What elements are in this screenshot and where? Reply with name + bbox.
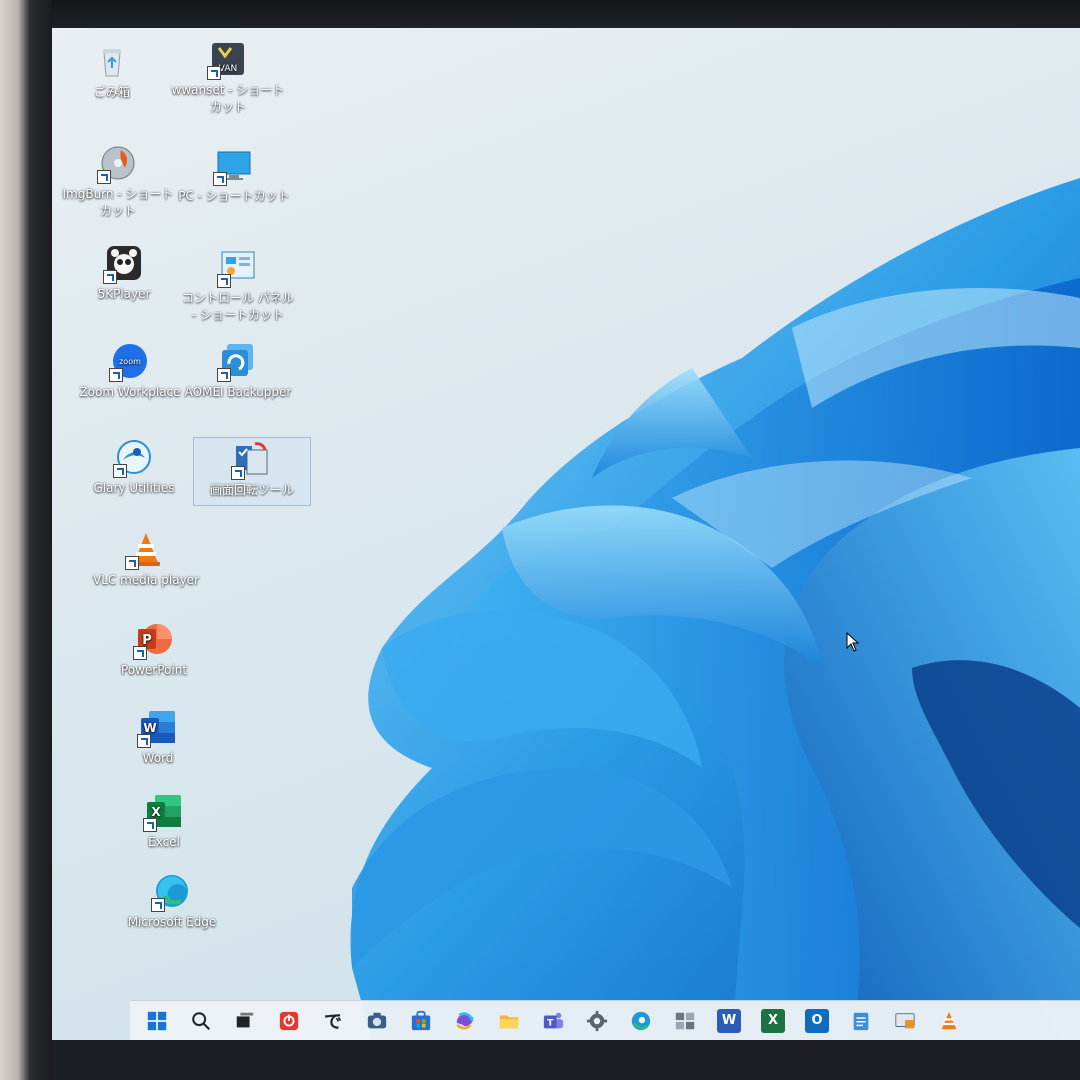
desktop-icon-recycle-bin[interactable]: ごみ箱 — [54, 42, 170, 101]
desktop-icon-label: Microsoft Edge — [127, 915, 217, 929]
desktop-icon-zoom[interactable]: zoom Zoom Workplace — [72, 342, 188, 401]
excel-icon: X — [143, 792, 183, 832]
zoom-icon: zoom — [109, 342, 149, 382]
taskbar-copilot-icon[interactable] — [452, 1008, 478, 1034]
glary-utilities-icon — [113, 438, 153, 478]
taskbar: で T WXO — [130, 1000, 1080, 1040]
desktop-icon-label: 画面回転ツール — [209, 483, 294, 497]
taskbar-windows-start-icon[interactable] — [144, 1008, 170, 1034]
desktop-icon-label: ごみ箱 — [93, 85, 130, 99]
notepad-icon — [850, 1010, 872, 1032]
svg-text:T: T — [547, 1017, 554, 1028]
microsoft-store-icon — [410, 1010, 432, 1032]
desktop-icon-powerpoint[interactable]: P PowerPoint — [96, 620, 212, 679]
taskbar-notepad-icon[interactable] — [848, 1008, 874, 1034]
desktop-icon-wwanset[interactable]: VAN wwanset - ショートカット — [170, 40, 286, 116]
desktop-icon-aomei-backupper[interactable]: AOMEI Backupper — [180, 342, 296, 401]
desktop-icon-label: wwanset - ショートカット — [171, 83, 285, 114]
vlc-icon — [938, 1010, 960, 1032]
recycle-bin-icon — [93, 42, 131, 80]
pc-monitor-icon — [213, 146, 253, 186]
imgburn-icon — [97, 144, 137, 184]
taskbar-photos-gallery-icon[interactable] — [672, 1008, 698, 1034]
windows-start-icon — [146, 1010, 168, 1032]
word-icon: W — [717, 1008, 741, 1033]
power-app-icon — [278, 1010, 300, 1032]
desktop-icon-label: コントロール パネル - ショートカット — [182, 291, 294, 322]
desktop-icon-label: PowerPoint — [120, 663, 188, 677]
desktop-icon-label: 5KPlayer — [97, 287, 151, 301]
desktop-icon-pc[interactable]: PC - ショートカット — [176, 146, 292, 205]
5kplayer-icon — [103, 244, 143, 284]
desktop-icon-label: Zoom Workplace — [79, 385, 181, 399]
desktop-icon-label: Word — [142, 751, 174, 765]
desktop-icon-label: Excel — [148, 835, 180, 849]
desktop-icon-word[interactable]: W Word — [100, 708, 216, 767]
control-panel-icon — [217, 248, 257, 288]
excel-icon: X — [761, 1008, 785, 1033]
taskbar-remote-desktop-icon[interactable] — [892, 1008, 918, 1034]
outlook-icon: O — [805, 1008, 829, 1033]
desktop-screen[interactable]: ごみ箱 VAN wwanset - ショートカット ImgBurn - ショート… — [52, 28, 1080, 1040]
desktop-icon-label: ImgBurn - ショートカット — [62, 187, 174, 218]
desktop-icon-excel[interactable]: X Excel — [106, 792, 222, 851]
desktop-icon-imgburn[interactable]: ImgBurn - ショートカット — [60, 144, 176, 220]
svg-text:VAN: VAN — [219, 64, 237, 74]
teams-icon: T — [542, 1010, 564, 1032]
taskbar-search-icon[interactable] — [188, 1008, 214, 1034]
search-icon — [190, 1010, 212, 1032]
file-explorer-icon — [498, 1010, 520, 1032]
de-app-icon: で — [324, 1011, 342, 1033]
desktop-icon-microsoft-edge[interactable]: Microsoft Edge — [114, 872, 230, 931]
settings-gear-icon — [586, 1010, 608, 1032]
remote-desktop-icon — [894, 1010, 916, 1032]
desktop-icon-screen-rotation-tool[interactable]: 画面回転ツール — [193, 437, 311, 506]
svg-text:X: X — [151, 805, 161, 819]
aomei-backupper-icon — [217, 342, 257, 382]
desktop-icon-vlc[interactable]: VLC media player — [88, 530, 204, 589]
desktop-icon-glary-utilities[interactable]: Glary Utilities — [76, 438, 192, 497]
wwanset-icon: VAN — [207, 40, 247, 80]
desktop-icon-label: AOMEI Backupper — [184, 385, 292, 399]
taskbar-power-app-icon[interactable] — [276, 1008, 302, 1034]
taskbar-settings-gear-icon[interactable] — [584, 1008, 610, 1034]
desktop-icon-control-panel[interactable]: コントロール パネル - ショートカット — [180, 248, 296, 324]
taskbar-de-app-icon[interactable]: で — [320, 1008, 346, 1034]
taskbar-excel-icon[interactable]: X — [760, 1008, 786, 1034]
photos-gallery-icon — [674, 1010, 696, 1032]
taskbar-task-view-icon[interactable] — [232, 1008, 258, 1034]
edge-icon — [630, 1010, 652, 1032]
task-view-icon — [234, 1010, 256, 1032]
mouse-cursor-icon — [846, 632, 860, 652]
copilot-icon — [454, 1010, 476, 1032]
screen-rotation-tool-icon — [231, 440, 271, 480]
monitor-bezel-top — [0, 0, 1080, 30]
desktop-icon-label: VLC media player — [92, 573, 199, 587]
edge-icon — [151, 872, 191, 912]
taskbar-camera-icon[interactable] — [364, 1008, 390, 1034]
monitor-bezel-left — [0, 0, 52, 1080]
vlc-icon — [125, 530, 165, 570]
taskbar-microsoft-store-icon[interactable] — [408, 1008, 434, 1034]
desktop-icon-5kplayer[interactable]: 5KPlayer — [66, 244, 182, 303]
taskbar-edge-icon[interactable] — [628, 1008, 654, 1034]
svg-text:zoom: zoom — [119, 357, 141, 366]
taskbar-file-explorer-icon[interactable] — [496, 1008, 522, 1034]
svg-text:W: W — [143, 721, 156, 735]
taskbar-word-icon[interactable]: W — [716, 1008, 742, 1034]
taskbar-teams-icon[interactable]: T — [540, 1008, 566, 1034]
taskbar-vlc-icon[interactable] — [936, 1008, 962, 1034]
word-icon: W — [137, 708, 177, 748]
powerpoint-icon: P — [133, 620, 173, 660]
desktop-icon-label: PC - ショートカット — [178, 189, 290, 203]
desktop-icon-label: Glary Utilities — [93, 481, 175, 495]
taskbar-outlook-icon[interactable]: O — [804, 1008, 830, 1034]
camera-icon — [366, 1010, 388, 1032]
